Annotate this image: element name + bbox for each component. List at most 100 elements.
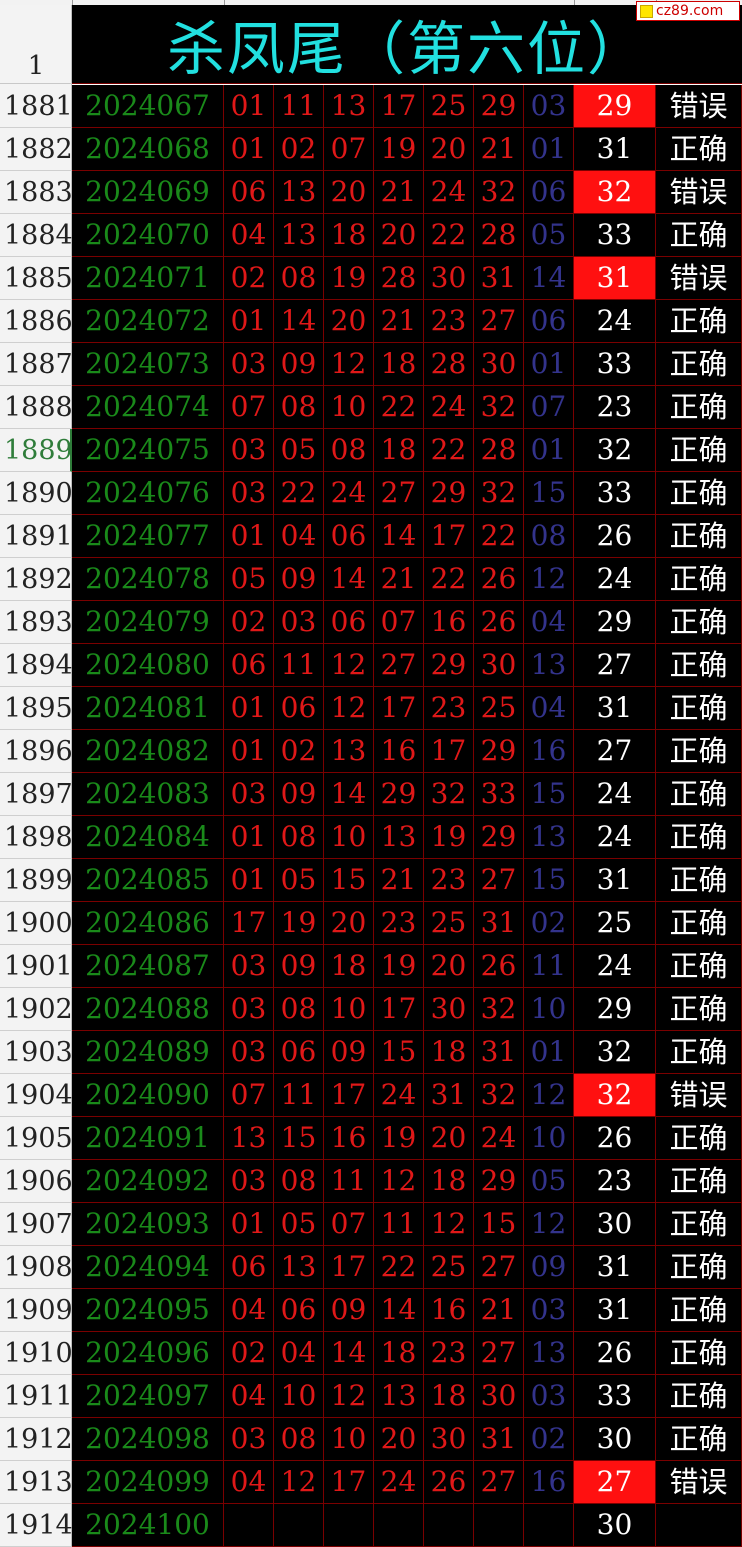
red-ball-cell[interactable]: 03 [224,1418,274,1461]
row-header[interactable]: 1889 [0,429,73,472]
prediction-cell[interactable]: 24 [574,300,656,343]
row-header[interactable]: 1887 [0,343,73,386]
red-ball-cell[interactable]: 29 [374,773,424,816]
red-ball-cell[interactable]: 06 [274,1031,324,1074]
red-ball-cell[interactable]: 17 [374,687,424,730]
red-ball-cell[interactable]: 12 [374,1160,424,1203]
red-ball-cell[interactable]: 08 [274,1160,324,1203]
red-ball-cell[interactable]: 06 [224,1246,274,1289]
result-cell[interactable]: 正确 [656,1418,742,1461]
result-cell[interactable]: 错误 [656,171,742,214]
red-ball-cell[interactable]: 11 [274,85,324,128]
blue-ball-cell[interactable]: 01 [524,128,574,171]
red-ball-cell[interactable]: 03 [224,1160,274,1203]
red-ball-cell[interactable]: 29 [474,85,524,128]
blue-ball-cell[interactable]: 03 [524,1375,574,1418]
red-ball-cell[interactable]: 06 [224,644,274,687]
row-header[interactable]: 1897 [0,773,73,816]
red-ball-cell[interactable]: 20 [424,1117,474,1160]
red-ball-cell[interactable]: 01 [224,687,274,730]
red-ball-cell[interactable]: 01 [224,1203,274,1246]
red-ball-cell[interactable]: 07 [324,1203,374,1246]
row-header[interactable]: 1896 [0,730,73,773]
result-cell[interactable]: 正确 [656,1203,742,1246]
prediction-cell[interactable]: 23 [574,386,656,429]
red-ball-cell[interactable]: 27 [474,859,524,902]
red-ball-cell[interactable]: 14 [274,300,324,343]
result-cell[interactable]: 错误 [656,1461,742,1504]
red-ball-cell[interactable]: 29 [424,472,474,515]
period-cell[interactable]: 2024091 [72,1117,224,1160]
period-cell[interactable]: 2024089 [72,1031,224,1074]
prediction-cell[interactable]: 33 [574,472,656,515]
red-ball-cell[interactable]: 13 [274,1246,324,1289]
red-ball-cell[interactable]: 29 [474,730,524,773]
prediction-cell[interactable]: 29 [574,85,656,128]
red-ball-cell[interactable]: 29 [474,1160,524,1203]
result-cell[interactable]: 正确 [656,1246,742,1289]
red-ball-cell[interactable]: 08 [274,386,324,429]
red-ball-cell[interactable]: 21 [374,300,424,343]
red-ball-cell[interactable]: 31 [424,1074,474,1117]
red-ball-cell[interactable]: 03 [224,773,274,816]
red-ball-cell[interactable]: 19 [324,257,374,300]
red-ball-cell[interactable]: 32 [424,773,474,816]
period-cell[interactable]: 2024081 [72,687,224,730]
red-ball-cell[interactable]: 18 [374,429,424,472]
red-ball-cell[interactable]: 04 [274,1332,324,1375]
red-ball-cell[interactable]: 24 [374,1461,424,1504]
red-ball-cell[interactable]: 24 [424,386,474,429]
red-ball-cell[interactable]: 17 [324,1074,374,1117]
prediction-cell[interactable]: 31 [574,859,656,902]
red-ball-cell[interactable]: 25 [474,687,524,730]
red-ball-cell[interactable]: 11 [274,644,324,687]
row-header[interactable]: 1884 [0,214,73,257]
red-ball-cell[interactable]: 10 [324,988,374,1031]
red-ball-cell[interactable]: 30 [424,988,474,1031]
result-cell[interactable]: 正确 [656,1375,742,1418]
result-cell[interactable]: 正确 [656,429,742,472]
red-ball-cell[interactable]: 08 [274,1418,324,1461]
row-header[interactable]: 1890 [0,472,73,515]
prediction-cell[interactable]: 30 [574,1418,656,1461]
red-ball-cell[interactable]: 30 [474,1375,524,1418]
period-cell[interactable]: 2024093 [72,1203,224,1246]
period-cell[interactable]: 2024082 [72,730,224,773]
result-cell[interactable]: 正确 [656,1117,742,1160]
result-cell[interactable]: 正确 [656,1289,742,1332]
row-header[interactable]: 1903 [0,1031,73,1074]
row-header[interactable]: 1882 [0,128,73,171]
red-ball-cell[interactable]: 04 [224,1461,274,1504]
red-ball-cell[interactable]: 26 [474,558,524,601]
red-ball-cell[interactable]: 22 [474,515,524,558]
prediction-cell[interactable]: 29 [574,988,656,1031]
red-ball-cell[interactable]: 04 [224,1289,274,1332]
row-header[interactable]: 1893 [0,601,73,644]
blue-ball-cell[interactable]: 08 [524,515,574,558]
red-ball-cell[interactable]: 30 [424,257,474,300]
red-ball-cell[interactable]: 20 [424,128,474,171]
red-ball-cell[interactable]: 30 [474,343,524,386]
result-cell[interactable]: 正确 [656,128,742,171]
prediction-cell[interactable]: 24 [574,945,656,988]
row-header[interactable]: 1904 [0,1074,73,1117]
prediction-cell[interactable]: 30 [574,1504,656,1547]
red-ball-cell[interactable]: 26 [474,945,524,988]
red-ball-cell[interactable]: 18 [374,1332,424,1375]
red-ball-cell[interactable]: 16 [374,730,424,773]
red-ball-cell[interactable]: 08 [274,816,324,859]
red-ball-cell[interactable]: 09 [274,945,324,988]
blue-ball-cell[interactable]: 05 [524,1160,574,1203]
red-ball-cell[interactable]: 24 [324,472,374,515]
result-cell[interactable]: 错误 [656,85,742,128]
blue-ball-cell[interactable]: 01 [524,1031,574,1074]
red-ball-cell[interactable]: 10 [324,386,374,429]
blue-ball-cell[interactable]: 16 [524,1461,574,1504]
red-ball-cell[interactable]: 10 [324,1418,374,1461]
red-ball-cell[interactable]: 30 [474,644,524,687]
red-ball-cell[interactable]: 17 [374,85,424,128]
prediction-cell[interactable]: 30 [574,1203,656,1246]
red-ball-cell[interactable]: 19 [274,902,324,945]
result-cell[interactable]: 错误 [656,257,742,300]
red-ball-cell[interactable]: 24 [374,1074,424,1117]
